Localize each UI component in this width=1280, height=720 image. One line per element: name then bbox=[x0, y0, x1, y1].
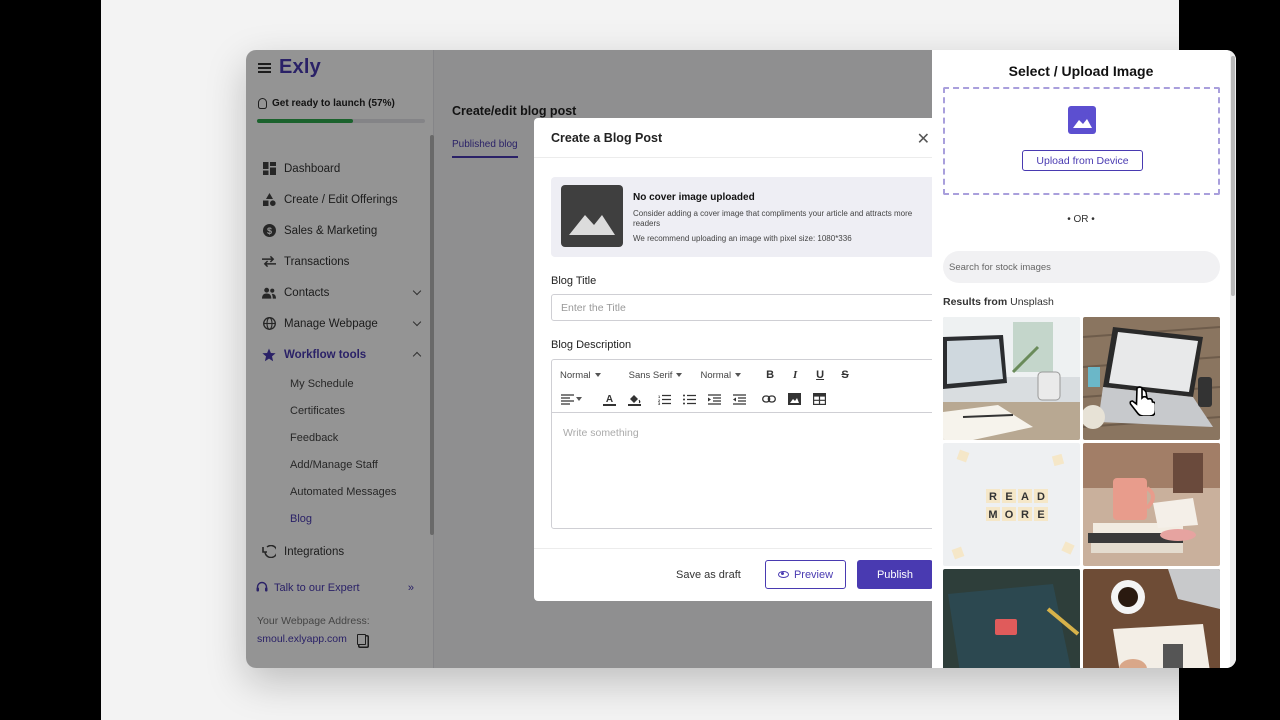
create-blog-modal: Create a Blog Post ✕ No cover image uplo… bbox=[534, 118, 932, 601]
size-select[interactable]: Normal bbox=[700, 369, 742, 381]
eye-icon bbox=[777, 571, 789, 578]
preview-button[interactable]: Preview bbox=[765, 560, 846, 589]
italic-icon[interactable]: I bbox=[788, 368, 802, 382]
link-icon[interactable] bbox=[762, 392, 776, 406]
publish-button[interactable]: Publish bbox=[857, 560, 932, 589]
stock-image-search-input[interactable]: Search for stock images bbox=[943, 251, 1220, 283]
svg-text:D: D bbox=[1037, 491, 1045, 503]
panel-scrollbar[interactable] bbox=[1230, 50, 1236, 668]
stock-image-read-more-letters[interactable]: R E A D M O R E bbox=[943, 443, 1080, 566]
heading-select[interactable]: Normal bbox=[560, 370, 601, 381]
preview-label: Preview bbox=[793, 568, 834, 581]
highlight-color-icon[interactable] bbox=[627, 392, 641, 406]
toolbar-divider bbox=[552, 412, 932, 413]
or-divider: • OR • bbox=[1067, 214, 1095, 225]
svg-text:R: R bbox=[989, 491, 997, 503]
save-draft-button[interactable]: Save as draft bbox=[676, 569, 741, 581]
text-color-icon[interactable]: A bbox=[602, 392, 616, 406]
indent-icon[interactable] bbox=[707, 392, 721, 406]
screen-frame: Exly Get ready to launch (57%) Dashboard… bbox=[101, 0, 1236, 720]
editor-body[interactable]: Write something bbox=[563, 427, 639, 439]
stock-image-laptop-wood-table[interactable] bbox=[1083, 317, 1220, 440]
rich-text-editor: Normal Sans Serif Normal B I U S A 123 W… bbox=[551, 359, 932, 529]
stock-image-pink-mug-books[interactable] bbox=[1083, 443, 1220, 566]
modal-title: Create a Blog Post bbox=[551, 130, 663, 145]
cover-image-notice[interactable]: No cover image uploaded Consider adding … bbox=[551, 177, 932, 257]
font-select-value: Sans Serif bbox=[628, 369, 673, 381]
ordered-list-icon[interactable]: 123 bbox=[657, 392, 671, 406]
caret-down-icon bbox=[594, 373, 601, 377]
stock-image-coffee-laptop-desk[interactable] bbox=[1083, 569, 1220, 668]
blog-description-label: Blog Description bbox=[551, 339, 632, 351]
heading-select-value: Normal bbox=[560, 369, 591, 381]
results-prefix: Results from bbox=[943, 296, 1008, 308]
results-source[interactable]: Unsplash bbox=[1010, 296, 1054, 308]
svg-text:A: A bbox=[605, 394, 612, 405]
editor-toolbar-row-2: A 123 bbox=[560, 392, 837, 406]
blog-title-input[interactable]: Enter the Title bbox=[551, 294, 932, 321]
app-window: Exly Get ready to launch (57%) Dashboard… bbox=[246, 50, 1236, 668]
caret-down-icon bbox=[735, 373, 742, 377]
image-icon bbox=[1068, 106, 1096, 134]
stock-image-grid: R E A D M O R E bbox=[943, 317, 1221, 668]
close-icon[interactable]: ✕ bbox=[917, 129, 930, 149]
results-label: Results from Unsplash bbox=[943, 296, 1054, 308]
cover-hint: We recommend uploading an image with pix… bbox=[633, 234, 852, 243]
blog-title-label: Blog Title bbox=[551, 275, 597, 287]
svg-text:3: 3 bbox=[658, 401, 661, 405]
strikethrough-icon[interactable]: S bbox=[838, 368, 852, 382]
bullet-list-icon[interactable] bbox=[682, 392, 696, 406]
outdent-icon[interactable] bbox=[732, 392, 746, 406]
font-select[interactable]: Sans Serif bbox=[629, 370, 683, 381]
svg-text:E: E bbox=[1037, 509, 1044, 521]
underline-icon[interactable]: U bbox=[813, 368, 827, 382]
image-placeholder-icon bbox=[561, 185, 623, 247]
caret-down-icon bbox=[676, 373, 683, 377]
table-icon[interactable] bbox=[812, 392, 826, 406]
image-icon[interactable] bbox=[787, 392, 801, 406]
svg-text:A: A bbox=[1021, 491, 1029, 503]
upload-dropzone[interactable]: Upload from Device bbox=[943, 87, 1220, 195]
image-select-panel: Select / Upload Image Upload from Device… bbox=[932, 50, 1236, 668]
bold-icon[interactable]: B bbox=[763, 368, 777, 382]
panel-scrollbar-thumb[interactable] bbox=[1231, 56, 1235, 296]
stock-image-laptop-desk[interactable] bbox=[943, 317, 1080, 440]
align-icon[interactable] bbox=[560, 392, 574, 406]
cover-description: Consider adding a cover image that compl… bbox=[633, 209, 913, 228]
editor-toolbar-row-1: Normal Sans Serif Normal B I U S bbox=[560, 368, 863, 382]
upload-from-device-button[interactable]: Upload from Device bbox=[1022, 150, 1143, 171]
hand-cursor-icon bbox=[1129, 386, 1155, 416]
modal-footer: Save as draft Preview Publish bbox=[534, 548, 932, 601]
svg-text:R: R bbox=[1021, 509, 1029, 521]
svg-text:E: E bbox=[1005, 491, 1012, 503]
svg-text:M: M bbox=[988, 509, 997, 521]
svg-text:O: O bbox=[1005, 509, 1014, 521]
modal-header: Create a Blog Post ✕ bbox=[534, 118, 932, 158]
cover-title: No cover image uploaded bbox=[633, 192, 755, 203]
caret-down-icon[interactable] bbox=[576, 397, 582, 401]
stock-image-notebook-pen[interactable] bbox=[943, 569, 1080, 668]
size-select-value: Normal bbox=[700, 369, 732, 381]
panel-title: Select / Upload Image bbox=[1008, 63, 1154, 79]
